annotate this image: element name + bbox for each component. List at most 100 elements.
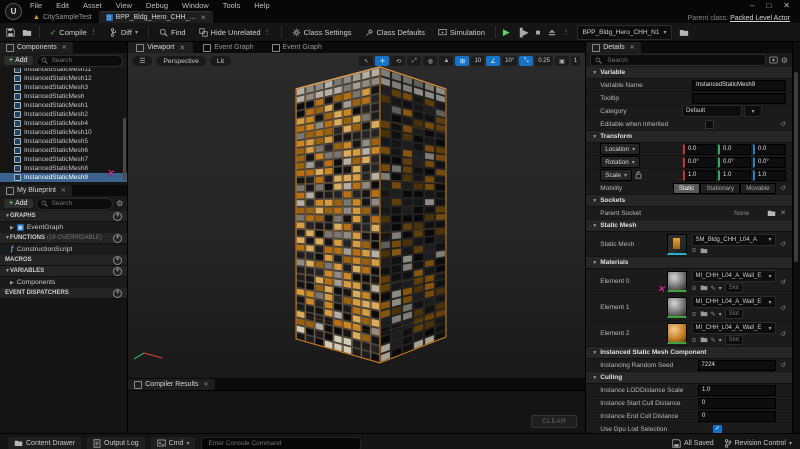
reset-to-default-icon[interactable]: ↺ [781,240,786,248]
material-dropdown[interactable]: MI_CHH_L04_A_Wall_E ▾ [692,270,776,282]
compile-options-icon[interactable]: ⋮ [90,28,97,36]
browse-to-asset-icon[interactable] [700,247,708,254]
add-event-dispatcher-icon[interactable]: + [113,289,122,298]
functions-section-header[interactable]: ▼ FUNCTIONS (19 OVERRIDABLE) + [0,233,127,244]
parent-class-link[interactable]: Packed Level Actor [730,15,790,22]
location-x-input[interactable]: 0.0 [683,144,716,155]
component-row[interactable]: InstancedStaticMesh7 [0,155,127,164]
component-row[interactable]: InstancedStaticMesh12 [0,74,127,83]
rotation-z-input[interactable]: 0.0° [753,157,786,168]
components-scrollbar[interactable] [123,118,126,180]
browse-to-asset-icon[interactable] [700,336,708,343]
scale-snap-value[interactable]: 0.25 [535,56,553,66]
stop-button[interactable]: ■ [536,28,541,37]
menu-window[interactable]: Window [182,1,209,10]
section-static-mesh[interactable]: ▼ Static Mesh [586,220,792,232]
tab-components[interactable]: Components ✕ [0,42,73,53]
rotation-x-input[interactable]: 0.0° [683,157,716,168]
variables-section-header[interactable]: ▼ VARIABLES + [0,266,127,277]
my-blueprint-search-input[interactable] [50,199,109,208]
maximize-button[interactable]: □ [766,1,771,10]
components-category-row[interactable]: ▶ Components [0,277,127,288]
compile-button[interactable]: ✓ Compile ⋮ [47,25,100,39]
camera-speed-value[interactable]: 1 [571,56,580,66]
frame-skip-button[interactable]: ▐▶ [517,28,529,37]
close-tab-icon[interactable]: ✕ [200,14,206,22]
close-tab-icon[interactable]: ✕ [630,44,635,51]
chevron-down-icon[interactable]: ▾ [719,285,722,292]
scale-z-input[interactable]: 1.0 [753,170,786,181]
reset-to-default-icon[interactable]: ↺ [781,361,786,369]
revision-control-button[interactable]: Revision Control ▾ [724,439,792,448]
class-defaults-button[interactable]: Class Defaults [362,25,428,39]
component-row[interactable]: InstancedStaticMesh [0,92,127,101]
use-selected-asset-icon[interactable]: ⊙ [692,285,697,292]
tab-compiler-results[interactable]: Compiler Results ✕ [128,379,214,390]
material-dropdown[interactable]: MI_CHH_L04_A_Wall_E ▾ [692,322,776,334]
component-row[interactable]: InstancedStaticMesh5 [0,137,127,146]
slot-name-field[interactable]: Slot [725,309,743,319]
camera-speed-button[interactable]: ▣ [555,56,569,66]
reset-to-default-icon[interactable]: ↺ [781,304,786,312]
console-command-box[interactable] [201,437,361,449]
mobility-static-button[interactable]: Static [673,183,700,194]
rotation-snap-button[interactable]: ∠ [486,56,500,66]
section-transform[interactable]: ▼ Transform [586,131,792,143]
material-thumbnail[interactable] [667,297,687,318]
location-y-input[interactable]: 0.0 [718,144,751,155]
components-search[interactable] [36,55,124,67]
console-command-input[interactable] [206,439,356,448]
diff-button[interactable]: Diff ▾ [107,25,141,39]
scale-snap-button[interactable]: ⤡ [519,56,533,66]
section-culling[interactable]: ▼ Culling [586,372,792,384]
3d-viewport[interactable]: ☰ Perspective Lit ↖ ✛ ⟲ ⤢ ◍ ▲ ⊞ 10 ∠ 10°… [128,53,585,378]
perspective-dropdown[interactable]: Perspective [156,56,206,66]
hide-unrelated-options-icon[interactable]: ⋮ [264,28,271,36]
play-options-icon[interactable]: ⋮ [563,28,570,36]
use-selected-asset-icon[interactable]: ⊙ [692,311,697,318]
menu-help[interactable]: Help [254,1,269,10]
output-log-button[interactable]: Output Log [87,437,145,449]
chevron-down-icon[interactable]: ▾ [719,337,722,344]
rotation-y-input[interactable]: 0.0° [718,157,751,168]
static-mesh-dropdown[interactable]: SM_Bldg_CHH_L04_A ▾ [692,234,776,246]
add-graph-icon[interactable]: + [113,212,122,221]
world-space-button[interactable]: ◍ [423,56,437,66]
mobility-movable-button[interactable]: Movable [740,183,775,194]
clear-button[interactable]: CLEAR [531,415,577,428]
seed-input[interactable]: 7224 [698,360,776,371]
eventgraph-row[interactable]: ▶ ▦ EventGraph [0,222,127,233]
cmd-dropdown[interactable]: Cmd ▾ [151,437,196,449]
find-button[interactable]: Find [156,25,189,39]
scale-y-input[interactable]: 1.0 [718,170,751,181]
graphs-section-header[interactable]: ▼ GRAPHS + [0,211,127,222]
menu-view[interactable]: View [116,1,132,10]
mobility-stationary-button[interactable]: Stationary [700,183,740,194]
hide-unrelated-button[interactable]: Hide Unrelated ⋮ [196,25,274,39]
chevron-down-icon[interactable]: ▾ [719,311,722,318]
end-cull-distance-input[interactable]: 0 [698,411,776,422]
rotate-tool-button[interactable]: ⟲ [391,56,405,66]
browse-to-asset-icon[interactable] [22,27,32,36]
use-selected-asset-icon[interactable]: ⊙ [692,337,697,344]
slot-name-field[interactable]: Slot [725,283,743,293]
category-dropdown[interactable]: Default [682,105,742,117]
tab-blueprint-bpp-bldg[interactable]: ◫ BPP_Bldg_Hero_CHH_... ✕ [99,11,214,23]
close-tab-icon[interactable]: ✕ [62,44,67,51]
edit-material-icon[interactable]: ✎ [711,285,716,292]
rotation-dropdown[interactable]: Rotation▾ [600,156,639,168]
close-button[interactable]: ✕ [783,1,790,10]
menu-edit[interactable]: Edit [56,1,69,10]
section-instanced-static-mesh[interactable]: ▼ Instanced Static Mesh Component [586,347,792,359]
scale-lock-icon[interactable] [635,171,642,180]
component-row[interactable]: InstancedStaticMesh3 [0,83,127,92]
components-search-input[interactable] [50,56,119,65]
material-thumbnail[interactable] [667,323,687,344]
tab-details[interactable]: Details ✕ [586,42,640,53]
add-blueprint-item-button[interactable]: + Add [4,199,33,208]
details-search[interactable] [590,54,766,66]
browse-to-asset-icon[interactable] [700,310,708,317]
translate-tool-button[interactable]: ✛ [375,56,389,66]
tab-event-graph-2[interactable]: Event Graph [264,42,330,53]
eject-button[interactable] [548,28,556,37]
